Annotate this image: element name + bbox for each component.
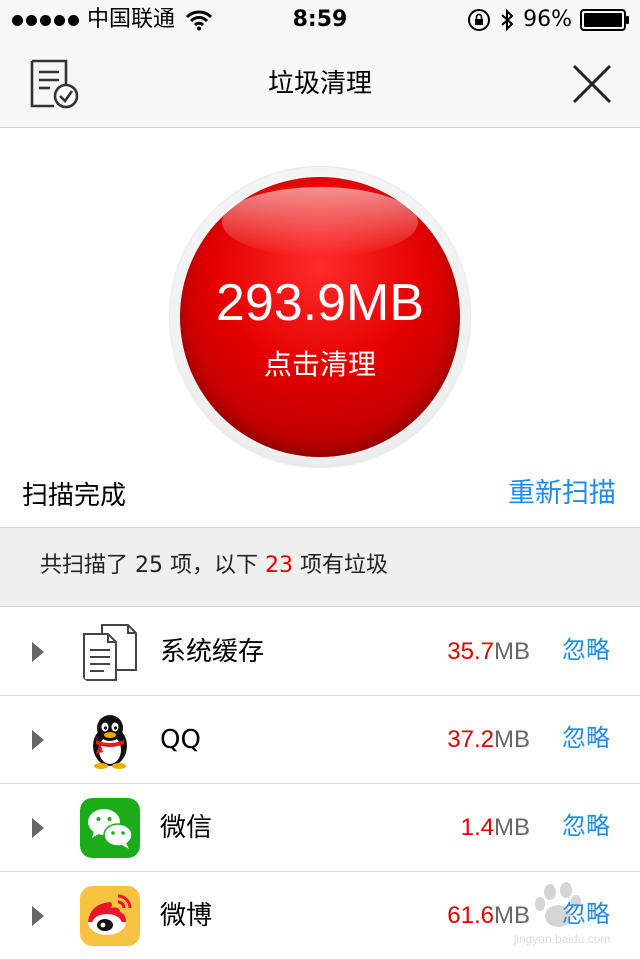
weibo-icon: [80, 886, 140, 946]
documents-icon: [83, 624, 137, 681]
wechat-icon: [80, 798, 140, 858]
junk-size-value: 37.2: [447, 726, 494, 753]
junk-list: 系统缓存 35.7MB 忽略 QQ 37.2MB 忽略 微信 1.4MB 忽略 …: [0, 608, 640, 960]
scan-summary-text: 共扫描了 25 项，以下 23 项有垃圾: [40, 548, 388, 584]
junk-size-value: 1.4: [460, 814, 494, 841]
battery-percentage: 96%: [523, 7, 572, 32]
junk-size-value: 61.6: [447, 902, 494, 929]
junk-size: 1.4MB: [461, 808, 530, 848]
signal-dots-icon: [12, 14, 79, 26]
ignore-button[interactable]: 忽略: [562, 630, 610, 670]
scan-status-row: 扫描完成 重新扫描: [0, 470, 640, 526]
status-bar: 中国联通 8:59 96%: [0, 0, 640, 40]
list-item[interactable]: QQ 37.2MB 忽略: [0, 696, 640, 784]
bluetooth-icon: [501, 8, 514, 32]
list-item[interactable]: 系统缓存 35.7MB 忽略: [0, 608, 640, 696]
ignore-button[interactable]: 忽略: [562, 894, 610, 934]
page-title: 垃圾清理: [267, 69, 372, 99]
orientation-lock-icon: [468, 9, 491, 31]
junk-size-unit: MB: [494, 638, 530, 665]
navigation-bar: 垃圾清理: [0, 40, 640, 128]
scan-summary-bar: 共扫描了 25 项，以下 23 项有垃圾: [0, 527, 640, 607]
ignore-button[interactable]: 忽略: [562, 718, 610, 758]
status-right: 96%: [467, 6, 630, 34]
app-name: 微信: [160, 813, 213, 843]
junk-size-unit: MB: [494, 902, 530, 929]
app-name: 微博: [160, 901, 213, 931]
junk-total-size[interactable]: 293.9MB: [180, 273, 460, 333]
summary-suffix: 项有垃圾: [292, 553, 388, 578]
app-name: QQ: [160, 725, 201, 755]
junk-item-count: 23: [264, 553, 293, 578]
junk-size: 35.7MB: [447, 632, 530, 672]
expand-arrow-icon[interactable]: [32, 818, 44, 838]
ignore-button[interactable]: 忽略: [562, 806, 610, 846]
junk-size: 61.6MB: [447, 896, 530, 936]
status-left: 中国联通: [12, 6, 213, 34]
app-name: 系统缓存: [160, 637, 265, 667]
junk-size-unit: MB: [494, 726, 530, 753]
scan-status-text: 扫描完成: [22, 481, 127, 511]
wifi-icon: [185, 10, 213, 31]
list-item[interactable]: 微博 61.6MB 忽略: [0, 872, 640, 960]
qq-penguin-icon: [80, 710, 140, 770]
junk-size: 37.2MB: [447, 720, 530, 760]
summary-prefix: 共扫描了 25 项，以下: [40, 553, 265, 578]
clean-area: 293.9MB 点击清理: [0, 129, 640, 469]
close-icon[interactable]: [570, 62, 614, 106]
junk-size-unit: MB: [494, 814, 530, 841]
list-item[interactable]: 微信 1.4MB 忽略: [0, 784, 640, 872]
battery-icon: [580, 9, 629, 31]
rescan-button[interactable]: 重新扫描: [508, 476, 616, 512]
expand-arrow-icon[interactable]: [32, 730, 44, 750]
junk-size-value: 35.7: [447, 638, 494, 665]
expand-arrow-icon[interactable]: [32, 642, 44, 662]
clean-button-label[interactable]: 点击清理: [180, 347, 460, 383]
expand-arrow-icon[interactable]: [32, 906, 44, 926]
carrier-name: 中国联通: [87, 7, 176, 32]
